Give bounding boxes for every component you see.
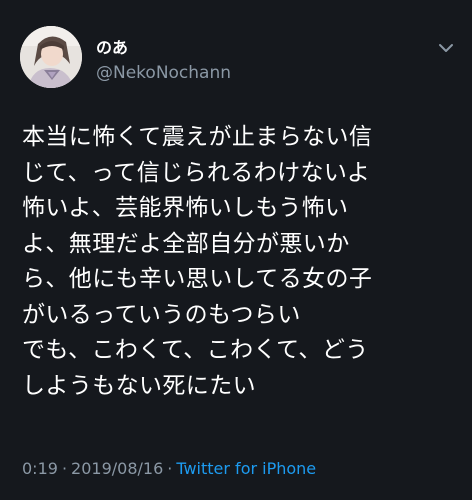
avatar[interactable]: [20, 26, 82, 88]
tweet-text-line: 怖いよ、芸能界怖いしもう怖い: [22, 195, 349, 221]
tweet-text-line: よ、無理だよ全部自分が悪いか: [22, 230, 350, 257]
tweet-text-line: ら、他にも辛い思いしてる女の子: [22, 266, 373, 292]
meta-separator: ·: [167, 459, 173, 478]
tweet-text-line: しようもない死にたい: [22, 372, 256, 399]
avatar-image: [20, 26, 82, 88]
meta-separator: ·: [61, 459, 68, 478]
tweet-time[interactable]: 0:19: [22, 459, 58, 478]
tweet-text-line: じて、って信じられるわけないよ: [22, 159, 371, 186]
tweet-source-link[interactable]: Twitter for iPhone: [176, 459, 316, 478]
tweet-text: 本当に怖くて震えが止まらない信 じて、って信じられるわけないよ 怖いよ、芸能界怖…: [22, 120, 462, 404]
chevron-down-icon[interactable]: [438, 42, 454, 54]
tweet-meta: 0:19 · 2019/08/16 · Twitter for iPhone: [22, 459, 316, 479]
display-name[interactable]: のあ: [96, 38, 128, 58]
tweet-text-line: がいるっていうのもつらい: [22, 301, 301, 328]
user-handle[interactable]: @NekoNochann: [96, 62, 231, 84]
tweet-text-line: でも、こわくて、こわくて、どう: [22, 337, 369, 363]
tweet-text-line: 本当に怖くて震えが止まらない信: [22, 124, 373, 150]
tweet-card: のあ @NekoNochann 本当に怖くて震えが止まらない信 じて、って信じら…: [0, 0, 472, 500]
tweet-date[interactable]: 2019/08/16: [71, 459, 163, 478]
